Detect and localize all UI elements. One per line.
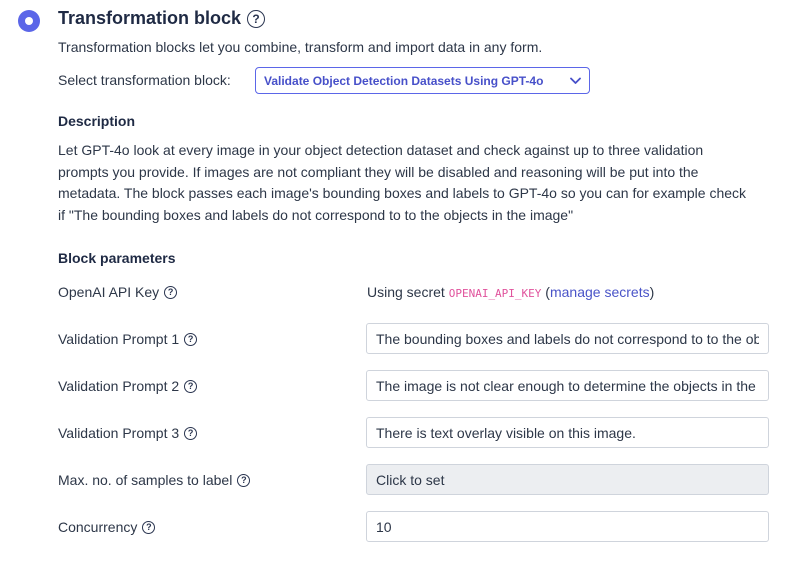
title-text: Transformation block — [58, 8, 242, 28]
help-icon[interactable]: ? — [184, 379, 198, 393]
help-icon[interactable]: ? — [164, 285, 178, 299]
secret-prefix: Using secret — [367, 284, 449, 300]
concurrency-input[interactable] — [366, 511, 769, 542]
description-heading: Description — [58, 113, 136, 129]
api-key-label: OpenAI API Key ? — [58, 284, 178, 300]
description-line: prompts you provide. If images are not c… — [58, 163, 699, 180]
help-icon[interactable]: ? — [237, 473, 251, 487]
help-icon[interactable]: ? — [247, 9, 266, 28]
chevron-down-icon — [570, 77, 581, 84]
prompt3-label-text: Validation Prompt 3 — [58, 425, 180, 441]
paren-open: ( — [541, 284, 550, 300]
radio-dot — [25, 17, 33, 25]
select-label: Select transformation block: — [58, 72, 231, 88]
manage-secrets-link[interactable]: manage secrets — [550, 284, 650, 300]
prompt3-label: Validation Prompt 3 ? — [58, 425, 198, 441]
block-radio-selected[interactable] — [18, 10, 40, 32]
secret-name: OPENAI_API_KEY — [448, 287, 542, 300]
paren-close: ) — [649, 284, 655, 300]
validation-prompt-2-input[interactable] — [366, 370, 769, 401]
prompt1-label-text: Validation Prompt 1 — [58, 331, 180, 347]
max-samples-label: Max. no. of samples to label ? — [58, 472, 251, 488]
max-samples-field[interactable] — [366, 464, 769, 495]
help-icon[interactable]: ? — [142, 520, 156, 534]
max-samples-label-text: Max. no. of samples to label — [58, 472, 233, 488]
concurrency-label: Concurrency ? — [58, 519, 156, 535]
prompt2-label-text: Validation Prompt 2 — [58, 378, 180, 394]
concurrency-label-text: Concurrency — [58, 519, 138, 535]
api-key-label-text: OpenAI API Key — [58, 284, 160, 300]
validation-prompt-1-input[interactable] — [366, 323, 769, 354]
description-line: Let GPT-4o look at every image in your o… — [58, 142, 704, 158]
block-parameters-heading: Block parameters — [58, 250, 176, 266]
api-key-secret-line: Using secret OPENAI_API_KEY (manage secr… — [367, 284, 654, 300]
prompt2-label: Validation Prompt 2 ? — [58, 378, 198, 394]
help-icon[interactable]: ? — [184, 332, 198, 346]
validation-prompt-3-input[interactable] — [366, 417, 769, 448]
section-title: Transformation block ? — [58, 8, 266, 29]
prompt1-label: Validation Prompt 1 ? — [58, 331, 198, 347]
description-line: metadata. The block passes each image's … — [58, 185, 747, 201]
select-value: Validate Object Detection Datasets Using… — [264, 73, 544, 88]
description-line: if "The bounding boxes and labels do not… — [58, 206, 574, 223]
transformation-block-select[interactable]: Validate Object Detection Datasets Using… — [255, 67, 590, 94]
help-icon[interactable]: ? — [184, 426, 198, 440]
description-text: Let GPT-4o look at every image in your o… — [58, 140, 778, 226]
section-subtitle: Transformation blocks let you combine, t… — [58, 39, 543, 55]
